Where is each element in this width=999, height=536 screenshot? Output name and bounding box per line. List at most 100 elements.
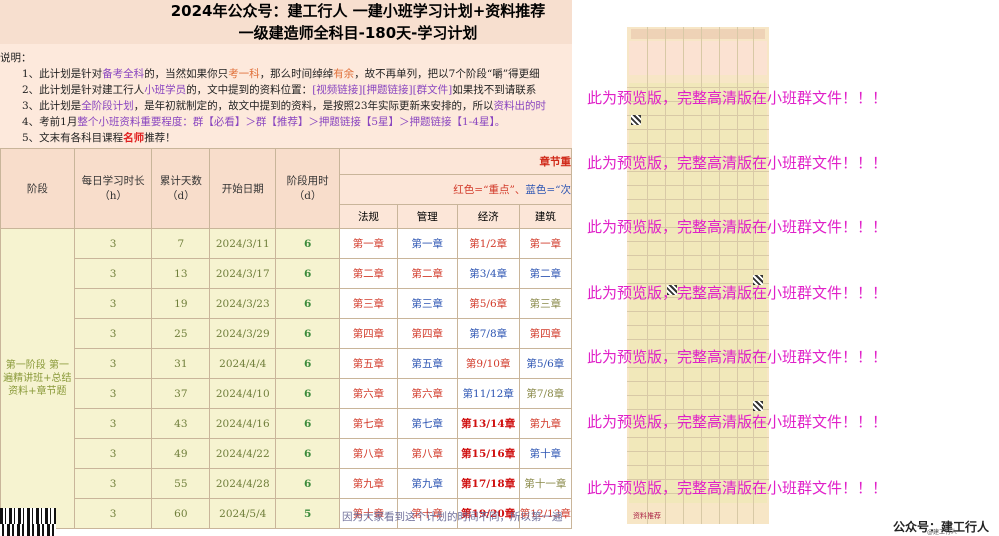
preview-grid-line: [627, 241, 769, 242]
cell-management: 第一章: [396, 228, 458, 259]
preview-qr-code: [753, 401, 763, 411]
preview-watermark: 此为预览版，完整高清版在小班群文件！！！: [587, 89, 888, 107]
cell-management: 第二章: [396, 258, 458, 289]
preview-watermark: 此为预览版，完整高清版在小班群文件！！！: [587, 284, 888, 302]
cell-daily-hours: 3: [73, 468, 153, 499]
header-subject-law: 法规: [339, 204, 398, 229]
cell-management: 第三章: [396, 288, 458, 319]
cell-total-days: 37: [151, 378, 211, 409]
preview-grid-line: [627, 409, 769, 410]
cell-daily-hours: 3: [73, 408, 153, 439]
cell-phase-days: 6: [275, 258, 341, 289]
cell-daily-hours: 3: [73, 288, 153, 319]
note-2: 2、此计划是针对建工行人小班学员的，文中提到的资料位置：[视频链接][押题链接]…: [22, 84, 537, 96]
title-line2: 一级建造师全科目-180天-学习计划: [0, 22, 572, 44]
table-row: 3 13 2024/3/17 6 第二章 第二章 第3/4章 第二章: [1, 258, 572, 289]
preview-grid-line: [627, 395, 769, 396]
note-1: 1、此计划是针对备考全科的，当然如果你只考一科，那么时间绰绰有余，故不再单列，把…: [22, 68, 540, 80]
cell-building: 第三章: [518, 288, 572, 319]
cell-phase-days: 6: [275, 228, 341, 259]
header-subject-building: 建筑: [518, 204, 572, 229]
cell-building: 第一章: [518, 228, 572, 259]
footnote-text: 因为大家看到这个计划的时间不同，所以第一遍: [342, 511, 563, 523]
preview-grid-line: [627, 325, 769, 326]
table-row: 3 55 2024/4/28 6 第九章 第九章 第17/18章 第十一章: [1, 468, 572, 499]
cell-total-days: 19: [151, 288, 211, 319]
preview-grid-line: [627, 255, 769, 256]
note-4: 4、考前1月整个小班资料重要程度：群【必看】＞群【推荐】＞押题链接【5星】＞押题…: [22, 116, 506, 128]
cell-law: 第一章: [339, 228, 398, 259]
cell-management: 第九章: [396, 468, 458, 499]
cell-phase-days: 6: [275, 408, 341, 439]
cell-building: 第九章: [518, 408, 572, 439]
cell-economics: 第9/10章: [456, 348, 520, 379]
cell-building: 第7/8章: [518, 378, 572, 409]
cell-daily-hours: 3: [73, 498, 153, 529]
cell-law: 第三章: [339, 288, 398, 319]
preview-grid-line: [627, 269, 769, 270]
cell-management: 第五章: [396, 348, 458, 379]
cell-total-days: 25: [151, 318, 211, 349]
cell-start-date: 2024/4/28: [209, 468, 277, 499]
plan-table: 阶段 每日学习时长（h） 累计天数（d） 开始日期 阶段用时（d） 章节重 红色…: [0, 148, 572, 529]
cell-start-date: 2024/3/29: [209, 318, 277, 349]
cell-daily-hours: 3: [73, 258, 153, 289]
cell-start-date: 2024/3/11: [209, 228, 277, 259]
preview-watermark: 此为预览版，完整高清版在小班群文件！！！: [587, 154, 888, 172]
cell-total-days: 7: [151, 228, 211, 259]
table-row: 3 37 2024/4/10 6 第六章 第六章 第11/12章 第7/8章: [1, 378, 572, 409]
cell-start-date: 2024/4/4: [209, 348, 277, 379]
cell-economics: 第3/4章: [456, 258, 520, 289]
cell-total-days: 31: [151, 348, 211, 379]
note-5: 5、文末有各科目课程名师推荐！: [22, 132, 176, 144]
cell-law: 第二章: [339, 258, 398, 289]
qr-code-fragment: [0, 524, 56, 536]
header-color-legend: 红色=“重点”、蓝色=“次: [339, 174, 572, 205]
preview-watermark: 此为预览版，完整高清版在小班群文件！！！: [587, 479, 888, 497]
cell-economics: 第17/18章: [456, 468, 520, 499]
header-chapter-focus: 章节重: [339, 148, 572, 175]
cell-building: 第十章: [518, 438, 572, 469]
header-phase-days: 阶段用时（d）: [275, 148, 341, 229]
cell-building: 第二章: [518, 258, 572, 289]
preview-grid-line: [627, 339, 769, 340]
cell-total-days: 60: [151, 498, 211, 529]
preview-watermark: 此为预览版，完整高清版在小班群文件！！！: [587, 348, 888, 366]
preview-grid-line: [627, 143, 769, 144]
cell-total-days: 55: [151, 468, 211, 499]
cell-phase-days: 6: [275, 378, 341, 409]
preview-grid-line: [627, 437, 769, 438]
cell-daily-hours: 3: [73, 228, 153, 259]
cell-start-date: 2024/3/17: [209, 258, 277, 289]
header-subject-economics: 经济: [456, 204, 520, 229]
table-row: 3 19 2024/3/23 6 第三章 第三章 第5/6章 第三章: [1, 288, 572, 319]
cell-building: 第十一章: [518, 468, 572, 499]
preview-watermark: 此为预览版，完整高清版在小班群文件！！！: [587, 218, 888, 236]
cell-law: 第四章: [339, 318, 398, 349]
preview-notes-block: [629, 41, 767, 75]
cell-law: 第八章: [339, 438, 398, 469]
preview-grid-line: [627, 451, 769, 452]
cell-law: 第六章: [339, 378, 398, 409]
cell-law: 第九章: [339, 468, 398, 499]
preview-grid-line: [627, 115, 769, 116]
cell-phase-days: 6: [275, 318, 341, 349]
preview-grid-line: [627, 465, 769, 466]
table-row: 第一阶段 第一遍精讲班+总结资料+章节题 3 7 2024/3/11 6 第一章 第一章 第1…: [0, 228, 572, 529]
cell-management: 第八章: [396, 438, 458, 469]
cell-daily-hours: 3: [73, 348, 153, 379]
cell-phase-days: 5: [275, 498, 341, 529]
cell-law: 第五章: [339, 348, 398, 379]
cell-phase-days: 6: [275, 468, 341, 499]
notes-section: 说明： 1、此计划是针对备考全科的，当然如果你只考一科，那么时间绰绰有余，故不再…: [0, 44, 572, 148]
cell-start-date: 2024/4/16: [209, 408, 277, 439]
brand-label: 公众号：建工行人 @建工行人: [893, 520, 990, 536]
note-3: 3、此计划是全阶段计划，是年初就制定的，故文中提到的资料，是按照23年实际更新来…: [22, 100, 547, 112]
cell-law: 第七章: [339, 408, 398, 439]
preview-grid-line: [627, 185, 769, 186]
cell-phase-days: 6: [275, 348, 341, 379]
cell-start-date: 2024/3/23: [209, 288, 277, 319]
cell-phase-days: 6: [275, 438, 341, 469]
table-row: 3 25 2024/3/29 6 第四章 第四章 第7/8章 第四章: [1, 318, 572, 349]
cell-economics: 第1/2章: [456, 228, 520, 259]
